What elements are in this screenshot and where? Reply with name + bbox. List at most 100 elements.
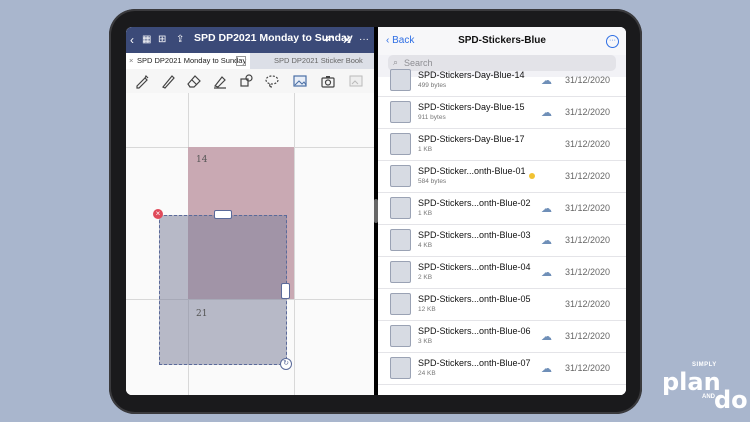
delete-selection-button[interactable]: × [153,209,163,219]
planner-page[interactable]: 14 21 × ↻ [126,93,374,395]
simply-plan-and-do-logo: SIMPLY plan AND do [662,362,748,414]
lasso-icon[interactable] [264,73,280,89]
file-thumbnail [390,325,411,347]
tool-bar [126,69,374,94]
file-name: SPD-Stickers-Day-Blue-14 [418,70,525,80]
cloud-download-icon[interactable]: ☁ [541,234,552,247]
file-name: SPD-Stickers...onth-Blue-02 [418,198,531,208]
file-thumbnail [390,293,411,315]
file-date: 31/12/2020 [565,299,611,309]
file-size: 1 KB [418,210,433,217]
file-date: 31/12/2020 [565,331,611,341]
grid-line [294,93,295,395]
file-size: 911 bytes [418,114,446,121]
file-name: SPD-Stickers-Day-Blue-15 [418,102,525,112]
logo-text: plan [662,368,721,396]
resize-handle-top[interactable] [214,210,232,219]
cloud-download-icon[interactable]: ☁ [541,362,552,375]
files-navbar: ‹ Back SPD-Stickers-Blue ··· [378,27,626,55]
file-size: 499 bytes [418,82,447,89]
rotate-handle-icon[interactable]: ↻ [280,358,292,370]
file-name: SPD-Stickers...onth-Blue-05 [418,294,531,304]
file-size: 12 KB [418,306,436,313]
tab-close-icon[interactable]: × [129,53,133,69]
file-row[interactable]: SPD-Stickers...onth-Blue-03 4 KB ☁ 31/12/20… [378,224,626,257]
more-icon[interactable]: ··· [359,32,369,48]
file-row[interactable]: SPD-Stickers-Day-Blue-15 911 bytes ☁ 31/12/… [378,96,626,129]
file-size: 3 KB [418,338,433,345]
grid-icon[interactable]: ▦ [142,32,151,48]
file-name: SPD-Stickers...onth-Blue-04 [418,262,531,272]
ipad-screen: ‹ ▦ ⊞ ⇪ SPD DP2021 Monday to Sunday ↶ ✕ … [126,27,626,395]
file-name: SPD-Stickers...onth-Blue-03 [418,230,531,240]
cloud-download-icon[interactable]: ☁ [541,330,552,343]
file-row[interactable]: SPD-Sticker...onth-Blue-01 584 bytes 31/12… [378,160,626,193]
file-row[interactable]: SPD-Stickers...onth-Blue-05 12 KB 31/12/20… [378,288,626,321]
image-icon[interactable] [292,73,308,89]
cloud-download-icon[interactable]: ☁ [541,266,552,279]
file-size: 4 KB [418,242,433,249]
file-name: SPD-Stickers...onth-Blue-07 [418,358,531,368]
file-thumbnail [390,357,411,379]
file-row[interactable]: SPD-Stickers-Day-Blue-14 499 bytes ☁ 31/12/… [378,64,626,97]
add-page-icon[interactable]: ⊞ [158,32,166,48]
resize-handle-side[interactable] [281,283,290,299]
tab-label: SPD DP2021 Sticker Book [274,56,363,65]
files-pane: ‹ Back SPD-Stickers-Blue ··· ⌕ Search SP… [378,27,626,395]
file-thumbnail [390,133,411,155]
camera-icon[interactable] [320,73,336,89]
file-size: 2 KB [418,274,433,281]
file-thumbnail [390,229,411,251]
file-thumbnail [390,261,411,283]
tab-split-icon[interactable] [236,56,246,66]
file-size: 584 bytes [418,178,447,185]
file-name: SPD-Sticker...onth-Blue-01 [418,166,526,176]
folder-title: SPD-Stickers-Blue [458,35,546,46]
notebook-titlebar: ‹ ▦ ⊞ ⇪ SPD DP2021 Monday to Sunday ↶ ✕ … [126,27,374,53]
tag-dot-icon [529,173,535,179]
share-icon[interactable]: ⇪ [176,32,184,48]
file-date: 31/12/2020 [565,171,611,181]
file-size: 24 KB [418,370,436,377]
file-thumbnail [390,165,411,187]
logo-text: do [714,386,748,414]
cloud-download-icon[interactable]: ☁ [541,74,552,87]
back-chevron-icon[interactable]: ‹ [130,32,134,48]
notebook-tabs: × SPD DP2021 Monday to Sunday SPD DP2021… [126,53,374,69]
eraser-icon[interactable] [186,73,202,89]
undo-icon[interactable]: ↶ [324,32,334,48]
file-name: SPD-Stickers...onth-Blue-06 [418,326,531,336]
file-row[interactable]: SPD-Stickers...onth-Blue-04 2 KB ☁ 31/12/20… [378,256,626,289]
tab-monday-to-sunday[interactable]: × SPD DP2021 Monday to Sunday [126,53,250,69]
more-options-icon[interactable]: ··· [606,35,619,48]
pencil-icon[interactable] [160,73,176,89]
day-number: 21 [196,309,208,319]
day-number: 14 [196,155,208,165]
file-thumbnail [390,197,411,219]
file-size: 1 KB [418,146,433,153]
selected-sticker[interactable] [159,215,287,365]
file-list: SPD-Stickers-Day-Blue-14 499 bytes ☁ 31/12/… [378,69,626,395]
highlighter-icon[interactable] [212,73,228,89]
file-date: 31/12/2020 [565,235,611,245]
file-date: 31/12/2020 [565,139,611,149]
file-date: 31/12/2020 [565,203,611,213]
shapes-icon[interactable] [238,73,254,89]
file-row[interactable]: SPD-Stickers-Day-Blue-17 1 KB 31/12/2020 [378,128,626,161]
sticker-icon[interactable] [348,73,364,89]
file-row[interactable]: SPD-Stickers...onth-Blue-07 24 KB ☁ 31/12/2… [378,352,626,385]
tab-sticker-book[interactable]: SPD DP2021 Sticker Book [250,53,374,69]
file-thumbnail [390,101,411,123]
file-row[interactable]: SPD-Stickers...onth-Blue-02 1 KB ☁ 31/12/20… [378,192,626,225]
file-date: 31/12/2020 [565,107,611,117]
file-row[interactable]: SPD-Stickers...onth-Blue-06 3 KB ☁ 31/12/20… [378,320,626,353]
cloud-download-icon[interactable]: ☁ [541,106,552,119]
file-thumbnail [390,69,411,91]
file-date: 31/12/2020 [565,75,611,85]
pen-icon[interactable] [134,73,150,89]
file-date: 31/12/2020 [565,267,611,277]
file-name: SPD-Stickers-Day-Blue-17 [418,134,525,144]
close-icon[interactable]: ✕ [342,32,352,48]
cloud-download-icon[interactable]: ☁ [541,202,552,215]
file-date: 31/12/2020 [565,363,611,373]
